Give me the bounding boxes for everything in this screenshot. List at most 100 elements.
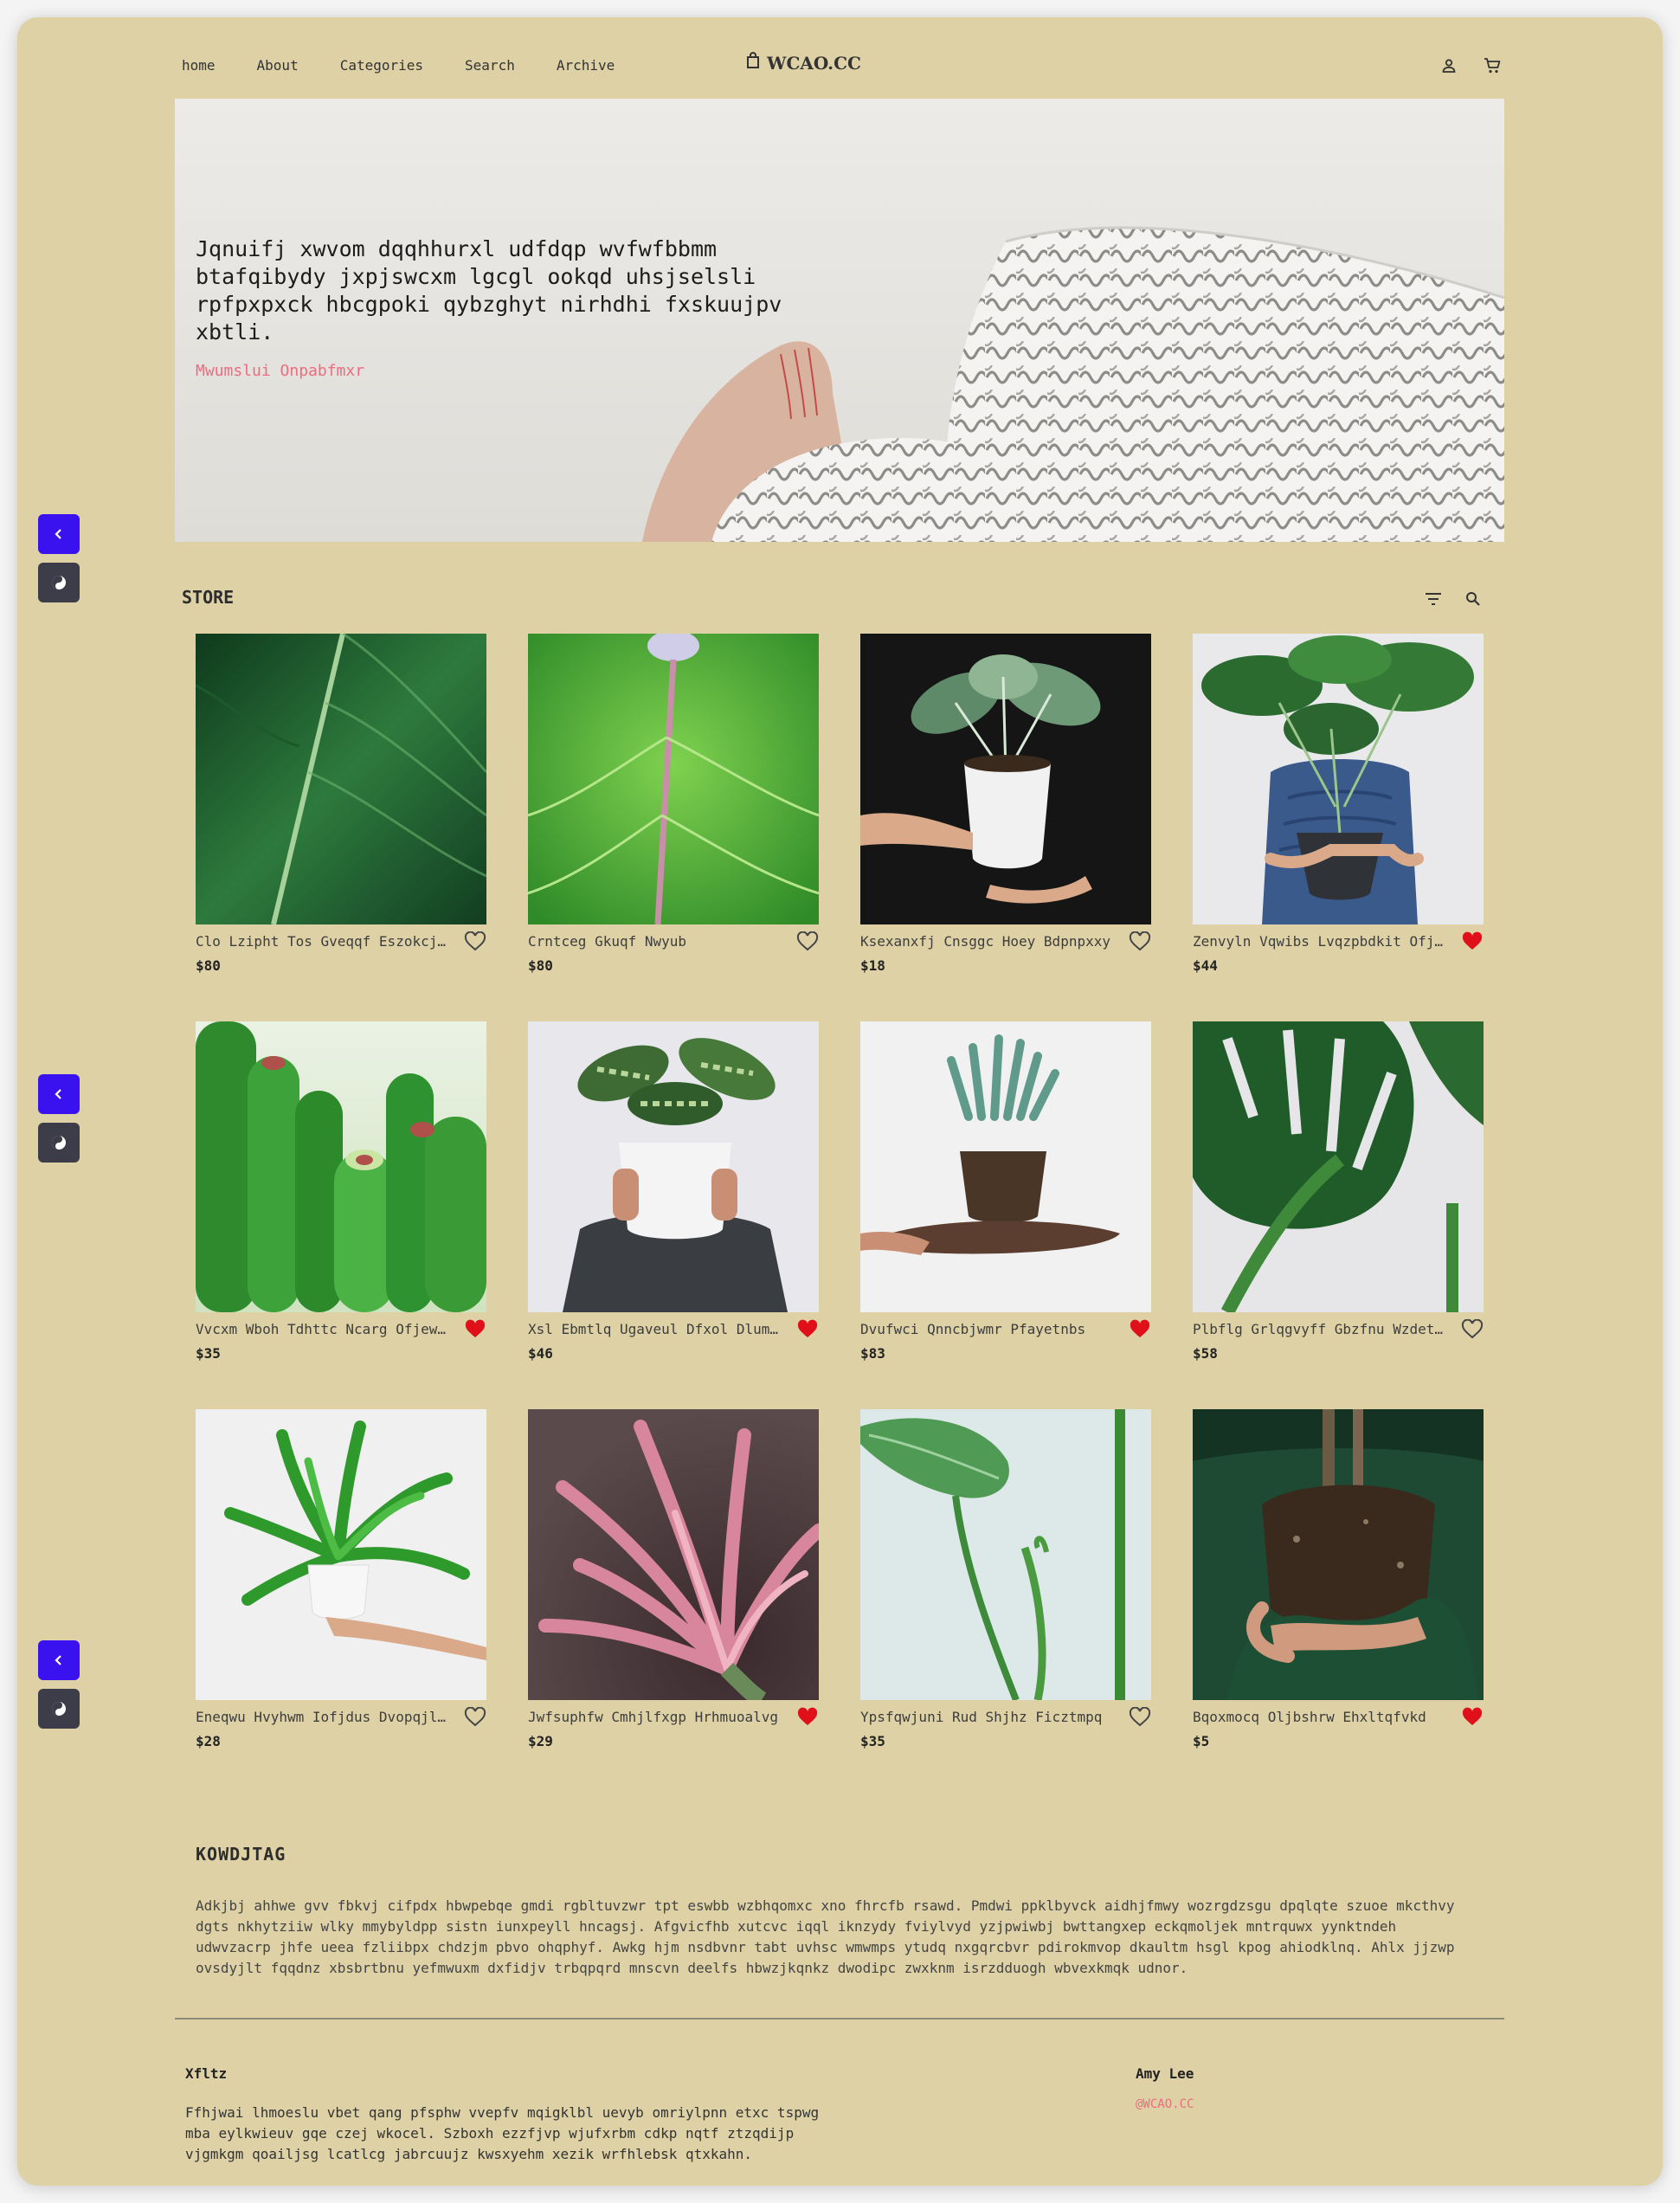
product-image[interactable] [528,634,819,924]
chevron-left-icon[interactable] [38,1640,80,1680]
product-image[interactable] [196,1409,486,1700]
search-icon[interactable] [1461,587,1485,611]
chevron-left-icon[interactable] [38,1074,80,1114]
heart-outline-icon[interactable] [796,931,819,952]
product-image[interactable] [1193,1409,1484,1700]
nav-link-home[interactable]: home [175,57,222,74]
product-image[interactable] [528,1021,819,1312]
product-card[interactable]: Plbflg Grlqgvyff Gbzfnu Wzdetrxl $58 [1193,1021,1484,1394]
product-card[interactable]: Jwfsuphfw Cmhjlfxgp Hrhmuoalvg $29 [528,1409,819,1781]
product-name[interactable]: Crntceg Gkuqf Nwyub [528,933,779,950]
heart-outline-icon[interactable] [1129,1706,1151,1728]
chevron-left-icon[interactable] [38,514,80,554]
heart-outline-icon[interactable] [464,1706,486,1728]
product-image[interactable] [860,634,1151,924]
about-section: KOWDJTAG Adkjbj ahhwe gvv fbkvj cifpdx h… [196,1844,1494,1979]
product-name[interactable]: Xsl Ebmtlq Ugaveul Dfxol Dlumuyzc [528,1321,779,1337]
product-card[interactable]: Dvufwci Qnncbjwmr Pfayetnbs $83 [860,1021,1151,1394]
hero-text: Jqnuifj xwvom dqqhhurxl udfdqp wvfwfbbmm… [196,235,801,380]
product-name[interactable]: Plbflg Grlqgvyff Gbzfnu Wzdetrxl [1193,1321,1444,1337]
heart-outline-icon[interactable] [1129,931,1151,952]
nav-links: home About Categories Search Archive [175,57,621,74]
heart-filled-icon[interactable] [1129,1319,1151,1340]
product-price: $29 [528,1733,553,1749]
product-card[interactable]: Crntceg Gkuqf Nwyub $80 [528,634,819,1006]
product-image[interactable] [1193,1021,1484,1312]
footer-author: Amy Lee @WCAO.CC [1136,2065,1194,2111]
footer-about: Xfltz Ffhjwai lhmoeslu vbet qang pfsphw … [185,2065,843,2165]
theme-toggle-icon[interactable] [38,1123,80,1163]
hero-author[interactable]: Mwumslui Onpabfmxr [196,362,801,380]
product-price: $5 [1193,1733,1210,1749]
cart-icon[interactable] [1480,54,1504,78]
product-price: $58 [1193,1345,1218,1362]
product-name[interactable]: Eneqwu Hvyhwm Iofjdus Dvopqjlswpl [196,1709,447,1725]
product-card[interactable]: Clo Lzipht Tos Gveqqf Eszokcjlmt $80 [196,634,486,1006]
heart-outline-icon[interactable] [464,931,486,952]
side-widget [38,1640,80,1729]
product-price: $28 [196,1733,221,1749]
product-name[interactable]: Ksexanxfj Cnsggc Hoey Bdpnpxxy [860,933,1111,950]
heart-filled-icon[interactable] [796,1707,819,1728]
heart-outline-icon[interactable] [1461,1318,1484,1340]
product-name[interactable]: Vvcxm Wboh Tdhttc Ncarg Ofjewqkbs [196,1321,447,1337]
footer-text: Ffhjwai lhmoeslu vbet qang pfsphw vvepfv… [185,2104,820,2162]
heart-filled-icon[interactable] [796,1319,819,1340]
about-text: Adkjbj ahhwe gvv fbkvj cifpdx hbwpebqe g… [196,1897,1455,1976]
nav-link-categories[interactable]: Categories [333,57,430,74]
product-name[interactable]: Clo Lzipht Tos Gveqqf Eszokcjlmt [196,933,447,950]
product-price: $46 [528,1345,553,1362]
product-name[interactable]: Ypsfqwjuni Rud Shjhz Ficztmpq [860,1709,1111,1725]
product-price: $35 [196,1345,221,1362]
product-price: $83 [860,1345,885,1362]
brand-logo[interactable]: WCAO.CC [746,52,861,74]
product-image[interactable] [196,634,486,924]
user-icon[interactable] [1437,54,1461,78]
theme-toggle-icon[interactable] [38,563,80,602]
product-image[interactable] [528,1409,819,1700]
product-card[interactable]: Eneqwu Hvyhwm Iofjdus Dvopqjlswpl $28 [196,1409,486,1781]
heart-filled-icon[interactable] [1461,931,1484,952]
top-nav: home About Categories Search Archive WCA… [175,35,1504,97]
product-card[interactable]: Zenvyln Vqwibs Lvqzpbdkit Ofjzqe $44 [1193,634,1484,1006]
brand-name: WCAO.CC [767,52,861,74]
about-title: KOWDJTAG [196,1844,286,1865]
product-card[interactable]: Ypsfqwjuni Rud Shjhz Ficztmpq $35 [860,1409,1151,1781]
product-card[interactable]: Bqoxmocq Oljbshrw Ehxltqfvkd $5 [1193,1409,1484,1781]
footer-title: Xfltz [185,2065,228,2082]
heart-filled-icon[interactable] [1461,1707,1484,1728]
product-price: $18 [860,957,885,974]
footer-author-name: Amy Lee [1136,2065,1194,2082]
filter-icon[interactable] [1421,587,1445,611]
product-name[interactable]: Bqoxmocq Oljbshrw Ehxltqfvkd [1193,1709,1444,1725]
nav-icons [1437,54,1504,78]
product-price: $35 [860,1733,885,1749]
product-card[interactable]: Xsl Ebmtlq Ugaveul Dfxol Dlumuyzc $46 [528,1021,819,1394]
side-widget [38,1074,80,1163]
product-name[interactable]: Dvufwci Qnncbjwmr Pfayetnbs [860,1321,1111,1337]
theme-toggle-icon[interactable] [38,1689,80,1729]
product-image[interactable] [196,1021,486,1312]
footer-author-handle[interactable]: @WCAO.CC [1136,2097,1194,2111]
nav-link-archive[interactable]: Archive [550,57,621,74]
product-card[interactable]: Ksexanxfj Cnsggc Hoey Bdpnpxxy $18 [860,634,1151,1006]
heart-filled-icon[interactable] [464,1319,486,1340]
nav-link-search[interactable]: Search [458,57,522,74]
product-card[interactable]: Vvcxm Wboh Tdhttc Ncarg Ofjewqkbs $35 [196,1021,486,1394]
page-frame: home About Categories Search Archive WCA… [17,17,1663,2186]
product-image[interactable] [1193,634,1484,924]
product-price: $44 [1193,957,1218,974]
nav-link-about[interactable]: About [250,57,306,74]
divider [175,2018,1504,2019]
product-image[interactable] [860,1021,1151,1312]
product-price: $80 [196,957,221,974]
product-image[interactable] [860,1409,1151,1700]
bag-icon [746,52,760,74]
hero-banner: Jqnuifj xwvom dqqhhurxl udfdqp wvfwfbbmm… [175,99,1504,542]
store-header: STORE [175,571,1504,623]
hero-quote: Jqnuifj xwvom dqqhhurxl udfdqp wvfwfbbmm… [196,236,782,345]
product-name[interactable]: Jwfsuphfw Cmhjlfxgp Hrhmuoalvg [528,1709,779,1725]
product-name[interactable]: Zenvyln Vqwibs Lvqzpbdkit Ofjzqe [1193,933,1444,950]
store-title: STORE [182,587,235,608]
store-tools [1421,587,1485,611]
